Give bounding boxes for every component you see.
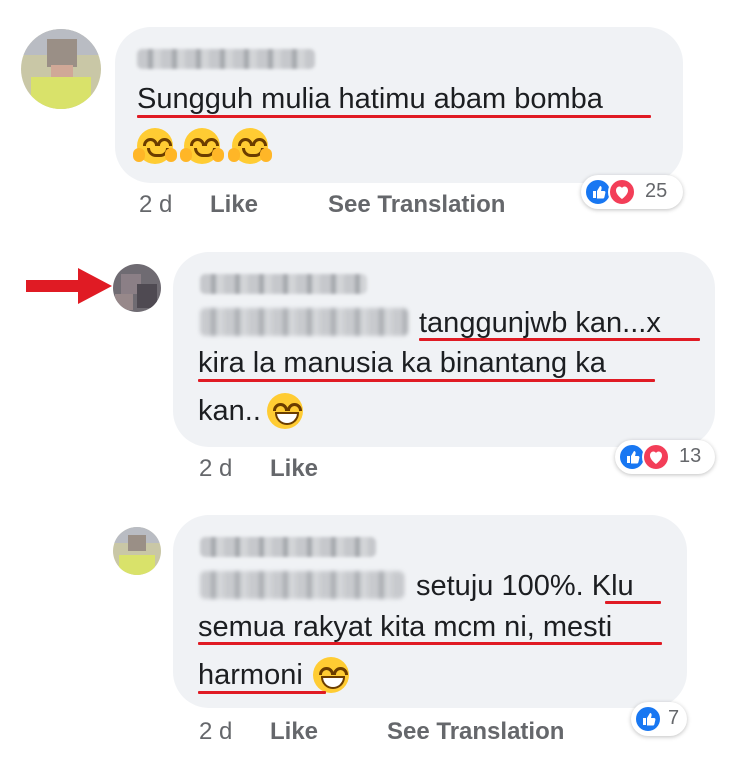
highlight-underline: [198, 642, 662, 645]
highlight-underline: [198, 691, 326, 694]
comment-bubble: tanggunjwb kan...x kira la manusia ka bi…: [173, 252, 715, 447]
reaction-count: 13: [679, 445, 702, 467]
grinning-face-icon: [267, 393, 304, 429]
avatar[interactable]: [113, 527, 161, 575]
grinning-face-icon: [313, 657, 350, 693]
highlight-underline: [198, 379, 655, 382]
avatar[interactable]: [113, 264, 161, 312]
reaction-summary[interactable]: 13: [615, 440, 715, 474]
comment-text-line-3: kan..: [198, 393, 304, 429]
comment-bubble: setuju 100%. Klu semua rakyat kita mcm n…: [173, 515, 687, 708]
mention-tag-blurred[interactable]: [200, 308, 408, 336]
red-arrow-annotation: [26, 268, 112, 304]
comment-text-line-3-text: harmoni: [198, 659, 303, 691]
reaction-summary[interactable]: 7: [631, 702, 687, 736]
like-reaction-icon: [634, 705, 662, 733]
highlight-underline: [137, 115, 651, 118]
commenter-name-blurred[interactable]: [137, 49, 315, 69]
reaction-count: 7: [668, 707, 680, 729]
hugging-face-icon: [180, 128, 225, 164]
comment-text-line-2: semua rakyat kita mcm ni, mesti: [198, 611, 613, 643]
comment-text-line-3-text: kan..: [198, 395, 261, 427]
highlight-underline: [605, 601, 661, 604]
see-translation-link[interactable]: See Translation: [387, 718, 564, 746]
comment-text-line-3: harmoni: [198, 657, 350, 693]
love-reaction-icon: [642, 443, 670, 471]
comment-text-line-2: kira la manusia ka binantang ka: [198, 347, 606, 379]
hugging-face-icon: [133, 128, 177, 164]
reaction-summary[interactable]: 25: [581, 175, 683, 209]
like-button[interactable]: Like: [270, 718, 318, 746]
see-translation-link[interactable]: See Translation: [328, 191, 505, 219]
highlight-underline: [419, 338, 700, 341]
comment-timestamp[interactable]: 2 d: [139, 191, 172, 219]
mention-tag-blurred[interactable]: [200, 571, 404, 599]
avatar[interactable]: [21, 29, 101, 109]
emoji-row: [133, 128, 272, 164]
comment-text: Sungguh mulia hatimu abam bomba: [137, 83, 603, 115]
comment-timestamp[interactable]: 2 d: [199, 718, 232, 746]
comment-bubble: Sungguh mulia hatimu abam bomba: [115, 27, 683, 183]
love-reaction-icon: [608, 178, 636, 206]
hugging-face-icon: [227, 128, 272, 164]
comment-text-line-1: tanggunjwb kan...x: [419, 307, 661, 339]
reaction-count: 25: [645, 180, 668, 202]
comment-timestamp[interactable]: 2 d: [199, 455, 232, 483]
comment-text-line-1: setuju 100%. Klu: [416, 570, 634, 602]
like-button[interactable]: Like: [270, 455, 318, 483]
like-button[interactable]: Like: [210, 191, 258, 219]
commenter-name-blurred[interactable]: [200, 274, 367, 294]
commenter-name-blurred[interactable]: [200, 537, 376, 557]
